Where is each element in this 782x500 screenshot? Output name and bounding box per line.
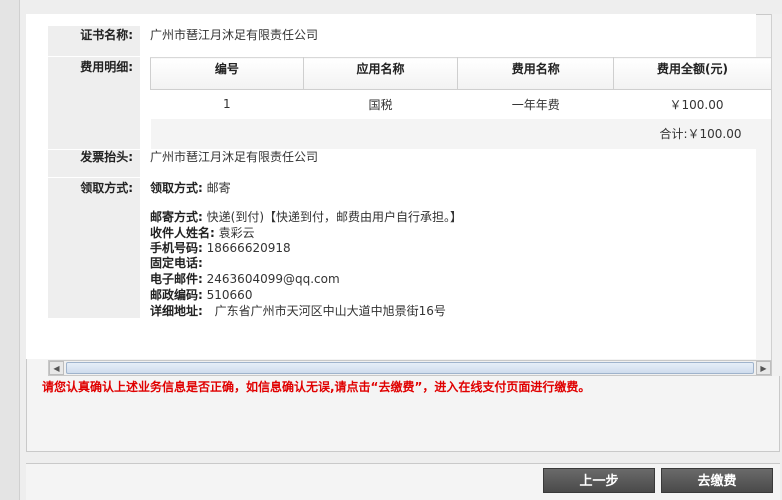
- landline: 固定电话:: [150, 254, 203, 271]
- col-header-no: 编号: [150, 57, 304, 90]
- cell-app: 国税: [303, 89, 458, 119]
- invoice-value: 广州市琶江月沐足有限责任公司: [150, 150, 319, 164]
- address-label: 详细地址:: [150, 304, 203, 318]
- mobile-label: 手机号码:: [150, 241, 203, 255]
- address: 详细地址: 广东省广州市天河区中山大道中旭景街16号: [150, 302, 446, 319]
- go-pay-button[interactable]: 去缴费: [661, 468, 773, 493]
- scrollbar-thumb[interactable]: [66, 362, 754, 374]
- previous-step-button[interactable]: 上一步: [543, 468, 655, 493]
- total-amount: 合计:￥100.00: [150, 118, 772, 149]
- cell-amount: ￥100.00: [613, 89, 772, 119]
- label-cell-pickup: [48, 178, 140, 318]
- col-header-app: 应用名称: [302, 57, 459, 90]
- mail-method: 邮寄方式: 快递(到付)【快递到付，邮费由用户自行承担。】: [150, 208, 462, 225]
- pickup-method-label: 领取方式:: [150, 181, 203, 195]
- pickup-label: 领取方式:: [80, 181, 133, 195]
- landline-label: 固定电话:: [150, 256, 203, 270]
- cell-fee-name: 一年年费: [457, 89, 614, 119]
- scroll-left-icon[interactable]: ◀: [49, 361, 64, 375]
- email-value: 2463604099@qq.com: [206, 272, 340, 286]
- mobile-value: 18666620918: [206, 241, 291, 255]
- mail-method-label: 邮寄方式:: [150, 210, 203, 224]
- email-label: 电子邮件:: [150, 272, 203, 286]
- fee-table-header: 编号 应用名称 费用名称 费用全额(元): [150, 57, 772, 90]
- address-value: 广东省广州市天河区中山大道中旭景街16号: [214, 304, 446, 318]
- left-frame-strip: [0, 0, 20, 500]
- table-row: 1 国税 一年年费 ￥100.00: [150, 89, 772, 119]
- postcode: 邮政编码: 510660: [150, 286, 252, 303]
- horizontal-scrollbar[interactable]: ◀ ▶: [48, 360, 772, 376]
- mail-method-value: 快递(到付)【快递到付，邮费由用户自行承担。】: [206, 210, 463, 224]
- recipient-label: 收件人姓名:: [150, 226, 215, 240]
- fee-details-label: 费用明细:: [80, 60, 133, 74]
- postcode-label: 邮政编码:: [150, 288, 203, 302]
- cell-no: 1: [150, 89, 304, 119]
- scroll-right-icon[interactable]: ▶: [756, 361, 771, 375]
- col-header-fee-name: 费用名称: [457, 57, 615, 90]
- pickup-method-value: 邮寄: [206, 181, 231, 195]
- pickup-method: 领取方式: 邮寄: [150, 179, 231, 196]
- certificate-value: 广州市琶江月沐足有限责任公司: [150, 28, 319, 42]
- recipient-value: 袁彩云: [218, 226, 255, 240]
- postcode-value: 510660: [206, 288, 253, 302]
- invoice-label: 发票抬头:: [80, 150, 133, 164]
- confirmation-warning: 请您认真确认上述业务信息是否正确，如信息确认无误,请点击“去缴费”，进入在线支付…: [42, 380, 591, 394]
- total-row: 合计:￥100.00: [150, 118, 772, 149]
- fee-table: 编号 应用名称 费用名称 费用全额(元) 1 国税 一年年费 ￥100.00 合…: [150, 57, 772, 149]
- certificate-label: 证书名称:: [80, 28, 133, 42]
- col-header-amount: 费用全额(元): [613, 57, 772, 90]
- vertical-scrollbar[interactable]: [771, 14, 782, 376]
- email: 电子邮件: 2463604099@qq.com: [150, 270, 340, 287]
